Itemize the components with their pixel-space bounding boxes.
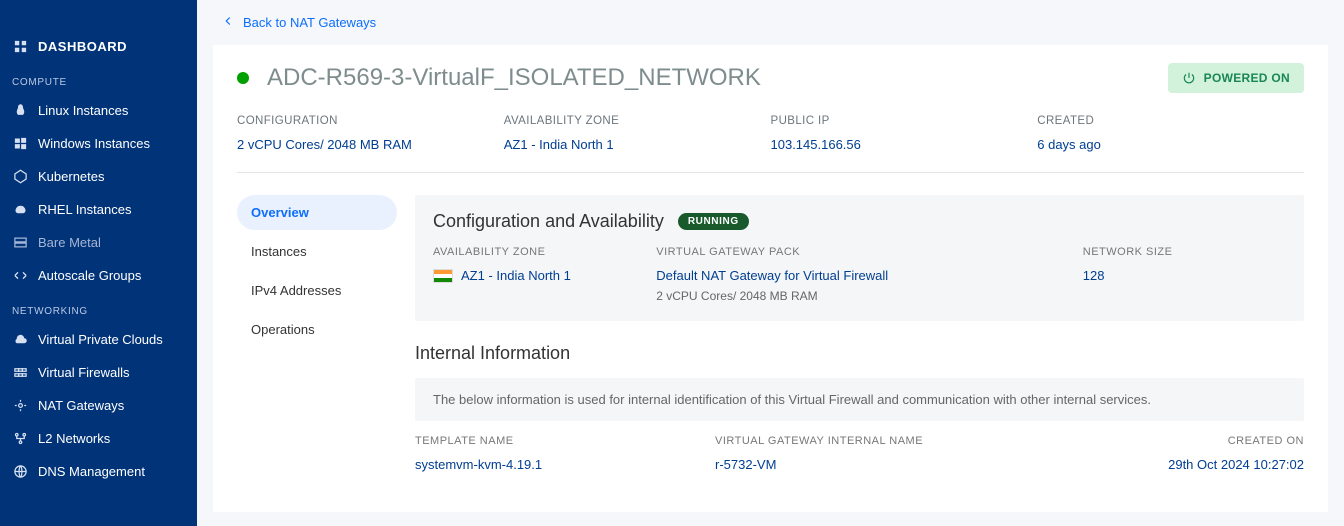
tabs: Overview Instances IPv4 Addresses Operat… <box>237 195 397 512</box>
linux-icon <box>12 103 28 118</box>
title-row: ADC-R569-3-VirtualF_ISOLATED_NETWORK POW… <box>237 63 1304 93</box>
sidebar-item-autoscale-groups[interactable]: Autoscale Groups <box>0 259 197 292</box>
sidebar-item-linux-instances[interactable]: Linux Instances <box>0 94 197 127</box>
internal-info-note: The below information is used for intern… <box>415 378 1304 421</box>
india-flag-icon <box>433 269 453 283</box>
internal-created-label: CREATED ON <box>1168 435 1304 447</box>
sidebar-item-kubernetes[interactable]: Kubernetes <box>0 160 197 193</box>
sidebar-label: Kubernetes <box>38 169 105 184</box>
summary-value-configuration[interactable]: 2 vCPU Cores/ 2048 MB RAM <box>237 137 504 152</box>
section-title-config: Configuration and Availability <box>433 211 664 232</box>
power-status-badge[interactable]: POWERED ON <box>1168 63 1304 93</box>
power-status-label: POWERED ON <box>1204 71 1290 85</box>
sidebar-label: DNS Management <box>38 464 145 479</box>
sidebar-item-rhel-instances[interactable]: RHEL Instances <box>0 193 197 226</box>
summary-value-created[interactable]: 6 days ago <box>1037 137 1304 152</box>
autoscale-icon <box>12 268 28 283</box>
summary-label-created: CREATED <box>1037 115 1304 127</box>
tab-ipv4-addresses[interactable]: IPv4 Addresses <box>237 273 397 308</box>
firewall-icon <box>12 365 28 380</box>
sidebar-item-vpc[interactable]: Virtual Private Clouds <box>0 323 197 356</box>
internal-gw-value[interactable]: r-5732-VM <box>715 457 1168 472</box>
sidebar-label: NAT Gateways <box>38 398 124 413</box>
internal-template-label: TEMPLATE NAME <box>415 435 715 447</box>
sidebar-section-compute: COMPUTE <box>0 63 197 94</box>
rhel-icon <box>12 202 28 217</box>
sidebar-item-bare-metal[interactable]: Bare Metal <box>0 226 197 259</box>
sidebar-label: RHEL Instances <box>38 202 131 217</box>
detail-card: ADC-R569-3-VirtualF_ISOLATED_NETWORK POW… <box>213 45 1328 512</box>
sidebar-label: Virtual Private Clouds <box>38 332 163 347</box>
summary-row: CONFIGURATION 2 vCPU Cores/ 2048 MB RAM … <box>237 115 1304 173</box>
status-dot-icon <box>237 72 249 84</box>
sidebar-label: Virtual Firewalls <box>38 365 130 380</box>
power-icon <box>1182 71 1196 85</box>
sidebar-label-dashboard: DASHBOARD <box>38 39 127 54</box>
summary-label-public-ip: PUBLIC IP <box>771 115 1038 127</box>
tab-overview[interactable]: Overview <box>237 195 397 230</box>
running-badge: RUNNING <box>678 213 749 230</box>
sidebar-label: Autoscale Groups <box>38 268 141 283</box>
sidebar-section-networking: NETWORKING <box>0 292 197 323</box>
server-icon <box>12 235 28 250</box>
sidebar-item-windows-instances[interactable]: Windows Instances <box>0 127 197 160</box>
internal-template-value[interactable]: systemvm-kvm-4.19.1 <box>415 457 715 472</box>
grid-icon <box>12 39 28 54</box>
sidebar-label: L2 Networks <box>38 431 110 446</box>
summary-value-az[interactable]: AZ1 - India North 1 <box>504 137 771 152</box>
back-link-label: Back to NAT Gateways <box>243 15 376 30</box>
internal-created-value: 29th Oct 2024 10:27:02 <box>1168 457 1304 472</box>
back-link[interactable]: Back to NAT Gateways <box>197 0 1344 39</box>
sidebar-label: Bare Metal <box>38 235 101 250</box>
config-availability-section: Configuration and Availability RUNNING A… <box>415 195 1304 321</box>
sidebar-item-dns-management[interactable]: DNS Management <box>0 455 197 488</box>
config-pack-sub: 2 vCPU Cores/ 2048 MB RAM <box>656 289 1063 303</box>
config-size-label: NETWORK SIZE <box>1083 246 1286 258</box>
sidebar-item-dashboard[interactable]: DASHBOARD <box>0 30 197 63</box>
summary-value-public-ip[interactable]: 103.145.166.56 <box>771 137 1038 152</box>
summary-label-configuration: CONFIGURATION <box>237 115 504 127</box>
tab-instances[interactable]: Instances <box>237 234 397 269</box>
network-icon <box>12 431 28 446</box>
main-content: Back to NAT Gateways ADC-R569-3-VirtualF… <box>197 0 1344 526</box>
summary-label-az: AVAILABILITY ZONE <box>504 115 771 127</box>
detail-row: Overview Instances IPv4 Addresses Operat… <box>237 195 1304 512</box>
windows-icon <box>12 136 28 151</box>
arrow-left-icon <box>221 14 235 31</box>
internal-information-section: Internal Information The below informati… <box>415 343 1304 490</box>
sidebar-item-nat-gateways[interactable]: NAT Gateways <box>0 389 197 422</box>
config-size-value: 128 <box>1083 268 1286 283</box>
config-az-label: AVAILABILITY ZONE <box>433 246 636 258</box>
page-title: ADC-R569-3-VirtualF_ISOLATED_NETWORK <box>267 64 761 92</box>
sidebar-label: Windows Instances <box>38 136 150 151</box>
tab-operations[interactable]: Operations <box>237 312 397 347</box>
sidebar: DASHBOARD COMPUTE Linux Instances Window… <box>0 0 197 526</box>
cloud-icon <box>12 332 28 347</box>
config-az-value[interactable]: AZ1 - India North 1 <box>461 268 571 283</box>
kubernetes-icon <box>12 169 28 184</box>
section-title-internal: Internal Information <box>415 343 570 364</box>
detail-body: Configuration and Availability RUNNING A… <box>415 195 1304 512</box>
internal-gw-label: VIRTUAL GATEWAY INTERNAL NAME <box>715 435 1168 447</box>
sidebar-item-l2-networks[interactable]: L2 Networks <box>0 422 197 455</box>
config-pack-value[interactable]: Default NAT Gateway for Virtual Firewall <box>656 268 1063 283</box>
sidebar-label: Linux Instances <box>38 103 128 118</box>
globe-icon <box>12 464 28 479</box>
sidebar-item-virtual-firewalls[interactable]: Virtual Firewalls <box>0 356 197 389</box>
nat-icon <box>12 398 28 413</box>
config-pack-label: VIRTUAL GATEWAY PACK <box>656 246 1063 258</box>
